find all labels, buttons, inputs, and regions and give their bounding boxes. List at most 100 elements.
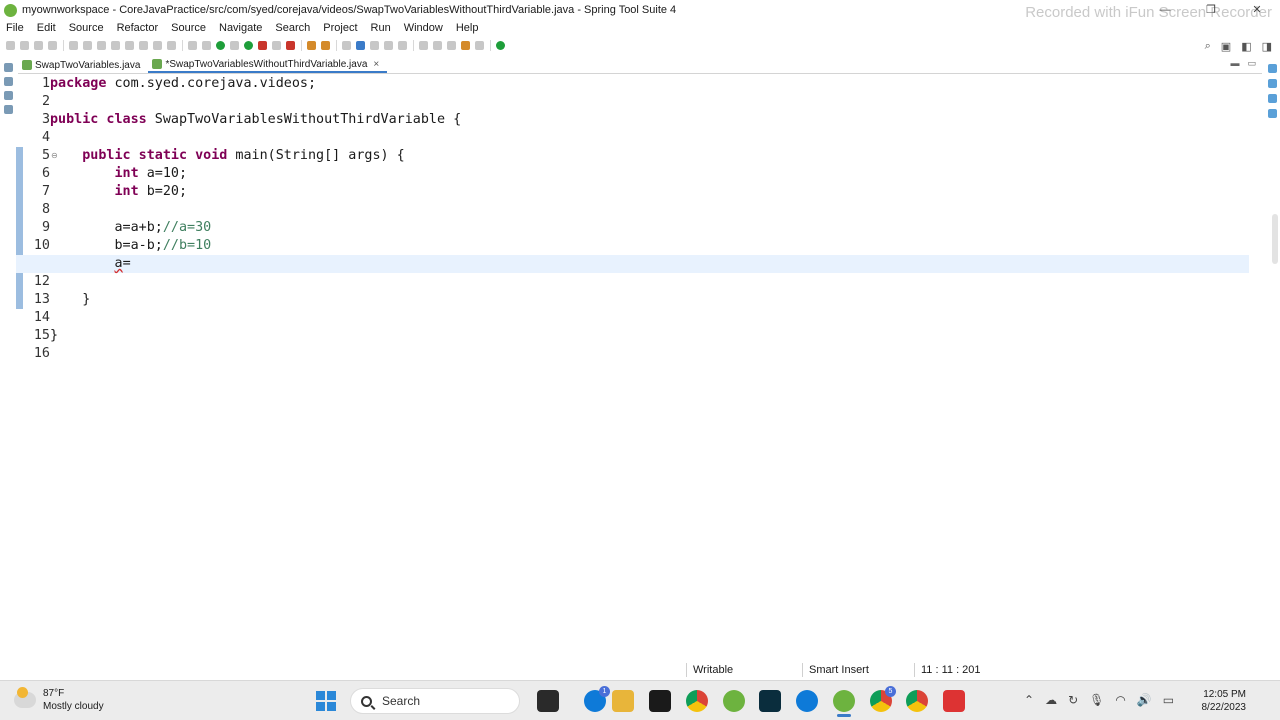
open-type-icon[interactable] [342, 41, 351, 50]
show-hidden-icons-icon[interactable]: ⌃ [1024, 693, 1034, 707]
vertical-scrollbar[interactable] [1270, 74, 1280, 650]
coverage-icon[interactable] [258, 41, 267, 50]
block-selection-icon[interactable] [384, 41, 393, 50]
step-return-icon[interactable] [167, 41, 176, 50]
last-edit-location-icon[interactable] [447, 41, 456, 50]
search-icon[interactable]: ⌕ [1205, 40, 1211, 53]
step-into-icon[interactable] [139, 41, 148, 50]
menu-navigate[interactable]: Navigate [219, 22, 262, 34]
keyword: public static void [82, 148, 228, 163]
drop-to-frame-icon[interactable] [202, 41, 211, 50]
stop-icon[interactable] [272, 41, 281, 50]
forward-icon[interactable] [475, 41, 484, 50]
horizontal-scrollbar[interactable] [50, 650, 1240, 660]
start-button[interactable] [316, 691, 336, 711]
menu-edit[interactable]: Edit [37, 22, 56, 34]
next-annotation-icon[interactable] [419, 41, 428, 50]
run-icon[interactable] [244, 41, 253, 50]
skip-breakpoints-icon[interactable] [188, 41, 197, 50]
hierarchy-icon[interactable] [4, 91, 13, 100]
new-icon[interactable] [6, 41, 15, 50]
keyword: int [114, 184, 139, 199]
step-over-icon[interactable] [153, 41, 162, 50]
file-explorer-icon[interactable] [612, 690, 634, 712]
toolbar-separator [63, 40, 64, 51]
save-all-icon[interactable] [34, 41, 43, 50]
maximize-icon[interactable]: ❐ [1188, 0, 1234, 20]
toolbar-separator [336, 40, 337, 51]
spring-tool-suite-active-icon[interactable] [833, 690, 855, 717]
menu-help[interactable]: Help [456, 22, 479, 34]
show-whitespace-icon[interactable] [398, 41, 407, 50]
word-wrap-icon[interactable] [370, 41, 379, 50]
terminate-icon[interactable] [111, 41, 120, 50]
terminal-icon[interactable] [69, 41, 78, 50]
weather-widget[interactable]: 87°F Mostly cloudy [14, 687, 104, 713]
resume-icon[interactable] [83, 41, 92, 50]
spring-tool-suite-taskbar-icon[interactable] [723, 690, 745, 712]
menu-refactor[interactable]: Refactor [117, 22, 159, 34]
chrome-icon[interactable] [686, 690, 708, 712]
print-icon[interactable] [48, 41, 57, 50]
clock-time: 12:05 PM [1203, 689, 1246, 700]
wifi-icon[interactable]: ◠ [1115, 693, 1125, 707]
suspend-icon[interactable] [97, 41, 106, 50]
battery-icon[interactable]: ▭ [1163, 693, 1174, 707]
chrome-profile-2-icon[interactable] [906, 690, 928, 712]
menu-source-2[interactable]: Source [171, 22, 206, 34]
chrome-profile-icon[interactable]: 5 [870, 686, 896, 712]
scrollbar-thumb[interactable] [1272, 214, 1278, 264]
external-tools-icon[interactable] [286, 41, 295, 50]
save-icon[interactable] [20, 41, 29, 50]
status-writable: Writable [686, 663, 800, 677]
disconnect-icon[interactable] [125, 41, 134, 50]
toolbar-separator [182, 40, 183, 51]
debug-perspective-icon[interactable]: ◨ [1262, 40, 1272, 53]
close-tab-icon[interactable]: × [373, 59, 379, 70]
screen-recorder-icon[interactable] [943, 690, 965, 712]
teams-icon[interactable]: 1 [584, 686, 610, 712]
minimize-icon[interactable]: — [1142, 0, 1188, 20]
new-package-icon[interactable] [321, 41, 330, 50]
java-perspective-icon[interactable]: ◧ [1241, 40, 1251, 53]
chrome-badge: 5 [885, 686, 896, 697]
package-explorer-icon[interactable] [4, 63, 13, 72]
problems-icon[interactable] [4, 105, 13, 114]
new-java-project-icon[interactable] [307, 41, 316, 50]
debug-icon[interactable] [230, 41, 239, 50]
webex-icon[interactable] [759, 690, 781, 712]
status-bar: Writable Smart Insert 11 : 11 : 201 [0, 662, 1280, 678]
code-line: public class SwapTwoVariablesWithoutThir… [16, 111, 1249, 129]
cloud-sync-icon[interactable]: ☁ [1045, 693, 1057, 707]
task-view-icon[interactable] [537, 690, 559, 712]
menu-window[interactable]: Window [404, 22, 443, 34]
menu-file[interactable]: File [6, 22, 24, 34]
menu-project[interactable]: Project [323, 22, 357, 34]
microphone-icon[interactable]: 🎙 [1089, 693, 1104, 707]
toggle-mark-occurrences-icon[interactable] [356, 41, 365, 50]
taskbar-search[interactable]: Search [350, 688, 520, 714]
pin-editor-icon[interactable] [496, 41, 505, 50]
terminal-app-icon[interactable] [649, 690, 671, 712]
maximize-editor-icon[interactable]: ▭ [1247, 58, 1256, 69]
menu-run[interactable]: Run [371, 22, 391, 34]
code-line: } [16, 327, 1249, 345]
code-editor[interactable]: 12345678910111213141516⊖ package com.sye… [16, 74, 1253, 650]
outline-icon[interactable] [4, 77, 13, 86]
open-perspective-icon[interactable]: ▣ [1221, 40, 1231, 53]
code-token: b=a-b; [114, 238, 163, 253]
close-icon[interactable]: ✕ [1234, 0, 1280, 20]
restore-icon[interactable] [1268, 64, 1277, 73]
boot-dashboard-icon[interactable] [216, 41, 225, 50]
menu-source[interactable]: Source [69, 22, 104, 34]
tab-swaptwovariableswithoutthirdvariable[interactable]: *SwapTwoVariablesWithoutThirdVariable.ja… [148, 57, 388, 73]
previous-annotation-icon[interactable] [433, 41, 442, 50]
refresh-icon[interactable]: ↻ [1068, 693, 1078, 707]
minimize-editor-icon[interactable]: ▬ [1230, 58, 1239, 69]
back-icon[interactable] [461, 41, 470, 50]
menu-search[interactable]: Search [275, 22, 310, 34]
docker-icon[interactable] [796, 690, 818, 712]
tab-swaptwovariables[interactable]: SwapTwoVariables.java [18, 57, 148, 73]
volume-icon[interactable]: 🔊 [1137, 693, 1152, 707]
system-clock[interactable]: 12:05 PM 8/22/2023 [1186, 688, 1247, 714]
